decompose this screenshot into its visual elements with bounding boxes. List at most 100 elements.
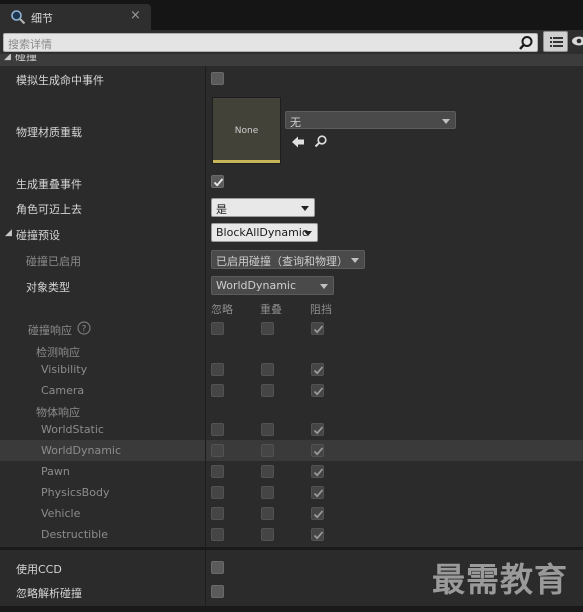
- check-icon: [313, 426, 324, 435]
- overlap-checkbox[interactable]: [261, 486, 274, 499]
- check-icon: [313, 489, 324, 498]
- overlap-checkbox[interactable]: [261, 423, 274, 436]
- channel-label: Visibility: [41, 363, 88, 376]
- collision-presets-value: BlockAllDynamic: [216, 226, 308, 239]
- simulation-hit-events-checkbox[interactable]: [211, 72, 224, 85]
- channel-label: Pawn: [41, 465, 70, 478]
- chevron-down-icon: [304, 231, 312, 236]
- overlap-checkbox[interactable]: [261, 528, 274, 541]
- column-divider: [205, 66, 206, 547]
- ignore-checkbox[interactable]: [211, 384, 224, 397]
- object-type-label: 对象类型: [26, 281, 70, 294]
- check-icon: [313, 325, 324, 334]
- can-step-up-label: 角色可迈上去: [16, 203, 82, 216]
- object-responses-label: 物体响应: [36, 406, 80, 419]
- simulation-hit-events-label: 模拟生成命中事件: [16, 74, 104, 87]
- help-icon[interactable]: ?: [77, 321, 91, 335]
- search-icon[interactable]: [518, 35, 534, 51]
- details-tab[interactable]: 细节 ×: [0, 4, 151, 30]
- block-checkbox[interactable]: [311, 444, 324, 457]
- overlap-checkbox[interactable]: [261, 444, 274, 457]
- ignore-checkbox[interactable]: [211, 444, 224, 457]
- column-block: 阻挡: [310, 303, 332, 316]
- object-type-value: WorldDynamic: [216, 279, 297, 292]
- magnifier-icon: [11, 10, 26, 25]
- block-checkbox[interactable]: [311, 423, 324, 436]
- material-thumbnail[interactable]: None: [212, 97, 281, 164]
- svg-text:?: ?: [82, 325, 87, 335]
- list-icon: [550, 37, 563, 47]
- tab-title: 细节: [31, 12, 53, 25]
- ignore-analytic-collisions-label: 忽略解析碰撞: [16, 587, 82, 600]
- material-select-value: 无: [290, 116, 301, 129]
- collision-section-header[interactable]: ◢ 碰撞: [0, 54, 583, 66]
- ignore-analytic-collisions-checkbox[interactable]: [211, 585, 224, 598]
- collision-presets-label: 碰撞预设: [16, 229, 60, 242]
- use-ccd-label: 使用CCD: [16, 563, 62, 576]
- channel-label: Destructible: [41, 528, 108, 541]
- ignore-checkbox[interactable]: [211, 528, 224, 541]
- ignore-checkbox[interactable]: [211, 423, 224, 436]
- chevron-down-icon: [320, 284, 328, 289]
- check-icon: [213, 178, 224, 187]
- block-checkbox[interactable]: [311, 363, 324, 376]
- chevron-down-icon: [442, 119, 450, 124]
- block-checkbox[interactable]: [311, 507, 324, 520]
- material-select-dropdown[interactable]: 无: [285, 111, 456, 129]
- section-title: 碰撞: [15, 54, 37, 63]
- view-options-button[interactable]: [543, 31, 568, 52]
- search-input[interactable]: 搜索详情: [3, 33, 538, 52]
- check-icon: [313, 447, 324, 456]
- watermark-logo: 最需教育: [432, 560, 568, 599]
- overlap-checkbox[interactable]: [261, 363, 274, 376]
- overlap-checkbox[interactable]: [261, 465, 274, 478]
- browse-magnifier-icon[interactable]: [314, 135, 327, 148]
- check-icon: [313, 531, 324, 540]
- channel-label: Camera: [41, 384, 85, 397]
- can-step-up-value: 是: [216, 203, 227, 216]
- tab-bar: 细节 ×: [0, 0, 583, 30]
- channel-label: WorldDynamic: [41, 444, 122, 457]
- block-checkbox[interactable]: [311, 465, 324, 478]
- close-icon[interactable]: ×: [130, 8, 141, 23]
- generate-overlap-events-checkbox[interactable]: [211, 175, 224, 188]
- column-divider: [205, 550, 206, 606]
- collision-presets-dropdown[interactable]: BlockAllDynamic: [211, 223, 318, 242]
- object-type-dropdown[interactable]: WorldDynamic: [211, 276, 334, 295]
- collision-enabled-dropdown[interactable]: 已启用碰撞（查询和物理）: [211, 250, 365, 269]
- block-all-checkbox[interactable]: [311, 322, 324, 335]
- ignore-checkbox[interactable]: [211, 507, 224, 520]
- overlap-checkbox[interactable]: [261, 507, 274, 520]
- material-thumb-text: None: [234, 126, 259, 136]
- block-checkbox[interactable]: [311, 528, 324, 541]
- check-icon: [313, 387, 324, 396]
- column-ignore: 忽略: [211, 303, 233, 316]
- ignore-checkbox[interactable]: [211, 465, 224, 478]
- channel-label: PhysicsBody: [41, 486, 110, 499]
- eye-icon[interactable]: [572, 36, 583, 46]
- generate-overlap-events-label: 生成重叠事件: [16, 178, 82, 191]
- can-step-up-dropdown[interactable]: 是: [211, 198, 315, 217]
- search-placeholder: 搜索详情: [8, 38, 52, 51]
- check-icon: [313, 468, 324, 477]
- use-selected-arrow-icon[interactable]: [292, 136, 304, 148]
- trace-responses-label: 检测响应: [36, 346, 80, 359]
- collision-enabled-label: 碰撞已启用: [26, 255, 81, 268]
- overlap-checkbox[interactable]: [261, 384, 274, 397]
- ignore-checkbox[interactable]: [211, 486, 224, 499]
- overlap-all-checkbox[interactable]: [261, 322, 274, 335]
- collision-responses-label: 碰撞响应: [28, 324, 72, 337]
- ignore-checkbox[interactable]: [211, 363, 224, 376]
- check-icon: [313, 366, 324, 375]
- collapse-triangle-icon[interactable]: ◢: [5, 228, 12, 238]
- check-icon: [313, 510, 324, 519]
- column-overlap: 重叠: [260, 303, 282, 316]
- chevron-down-icon: [301, 206, 309, 211]
- collapse-triangle-icon: ◢: [4, 54, 11, 62]
- channel-label: WorldStatic: [41, 423, 104, 436]
- collision-enabled-value: 已启用碰撞（查询和物理）: [216, 255, 348, 268]
- block-checkbox[interactable]: [311, 486, 324, 499]
- use-ccd-checkbox[interactable]: [211, 561, 224, 574]
- ignore-all-checkbox[interactable]: [211, 322, 224, 335]
- block-checkbox[interactable]: [311, 384, 324, 397]
